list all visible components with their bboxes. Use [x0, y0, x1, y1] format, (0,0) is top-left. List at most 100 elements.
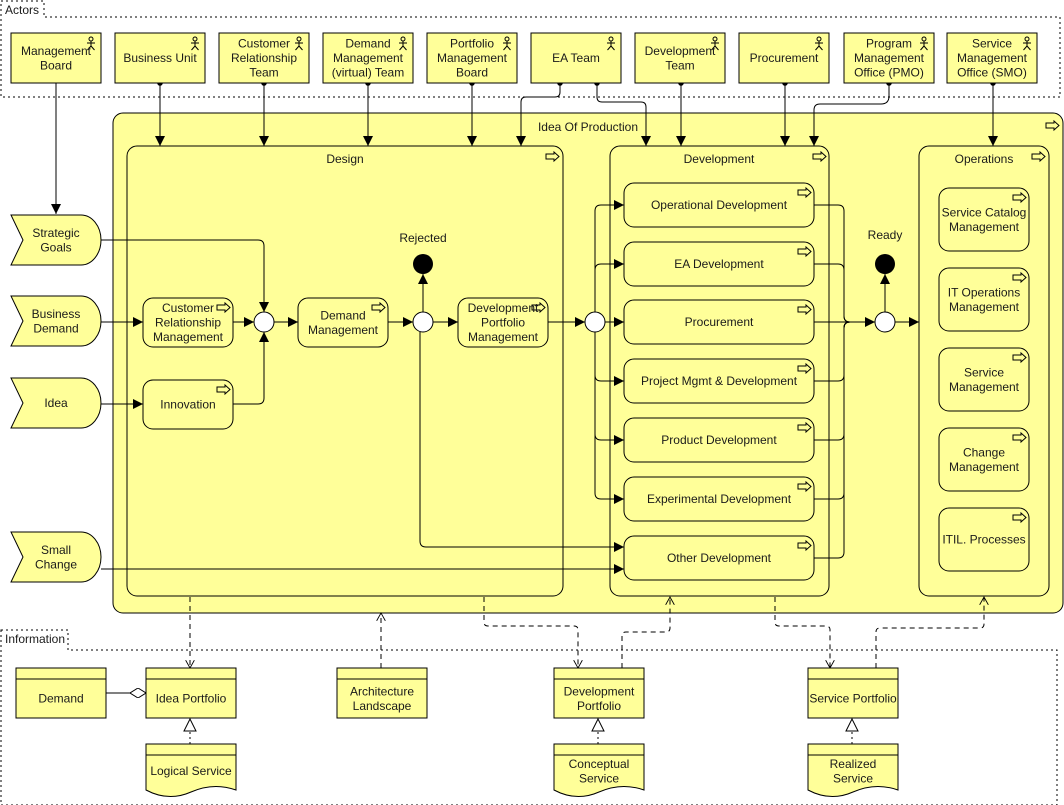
actor-pmo-label-line: Program: [866, 37, 912, 51]
actor-customer-relationship-team-label-line: Customer: [238, 37, 290, 51]
data-object-development-portfolio[interactable]: DevelopmentPortfolio: [553, 667, 645, 719]
process-development-portfolio-management[interactable]: DevelopmentPortfolioManagement: [457, 297, 549, 348]
realization-arrowhead: [183, 717, 197, 732]
process-innovation-label-line: Innovation: [160, 398, 215, 412]
process-service-management-label-line: Service: [964, 365, 1004, 379]
process-change-management[interactable]: ChangeManagement: [938, 427, 1030, 492]
event-small-change[interactable]: SmallChange: [10, 531, 102, 583]
actor-business-unit-label-line: Business Unit: [123, 51, 197, 65]
development-title: Development: [684, 152, 755, 166]
representation-conceptual-service-label-line: Conceptual: [569, 757, 630, 771]
process-service-management[interactable]: ServiceManagement: [938, 347, 1030, 412]
junction-design-in: [253, 311, 275, 333]
event-business-demand-label-line: Demand: [33, 321, 78, 335]
information-group-label: Information: [5, 632, 65, 646]
actor-demand-management-team[interactable]: DemandManagement(virtual) Team: [322, 32, 414, 84]
data-object-development-portfolio-label-line: Portfolio: [577, 699, 621, 713]
actor-ea-team[interactable]: EA Team: [530, 32, 622, 84]
process-it-operations-management[interactable]: IT OperationsManagement: [938, 267, 1030, 332]
data-object-demand[interactable]: Demand: [15, 667, 107, 719]
actor-smo-label-line: Office (SMO): [957, 66, 1027, 80]
process-other-development[interactable]: Other Development: [623, 535, 815, 581]
data-object-idea-portfolio[interactable]: Idea Portfolio: [145, 667, 237, 719]
actor-management-board-label-line: Management: [21, 44, 92, 58]
actor-customer-relationship-team-label-line: Relationship: [231, 51, 297, 65]
process-it-operations-management-label-line: IT Operations: [948, 285, 1020, 299]
end-event-ready: [875, 254, 895, 274]
representation-realized-service[interactable]: RealizedService: [807, 743, 899, 797]
actor-pmo-label-line: Office (PMO): [854, 66, 924, 80]
event-business-demand[interactable]: BusinessDemand: [10, 295, 102, 347]
process-procurement-process[interactable]: Procurement: [623, 299, 815, 345]
archimate-diagram: Actors Information Idea Of Production De…: [0, 0, 1064, 805]
process-ea-development-label-line: EA Development: [674, 257, 764, 271]
process-change-management-label-line: Change: [963, 445, 1005, 459]
process-project-mgmt-development-label-line: Project Mgmt & Development: [641, 374, 798, 388]
process-development-portfolio-management-label-line: Management: [468, 330, 539, 344]
process-project-mgmt-development[interactable]: Project Mgmt & Development: [623, 358, 815, 404]
event-business-demand-label-line: Business: [32, 307, 81, 321]
representation-conceptual-service-label-line: Service: [579, 771, 619, 785]
process-itil-processes-label-line: ITIL. Processes: [942, 533, 1025, 547]
process-experimental-development[interactable]: Experimental Development: [623, 476, 815, 522]
end-event-rejected: [413, 254, 433, 274]
event-idea-label-line: Idea: [44, 396, 68, 410]
process-itil-processes[interactable]: ITIL. Processes: [938, 507, 1030, 572]
realization-arrowhead: [845, 717, 859, 732]
process-demand-management-label-line: Management: [308, 323, 379, 337]
actor-demand-management-team-label-line: (virtual) Team: [332, 66, 404, 80]
process-customer-relationship-management[interactable]: CustomerRelationshipManagement: [142, 297, 234, 348]
actor-business-unit[interactable]: Business Unit: [114, 32, 206, 84]
process-procurement-process-label-line: Procurement: [685, 315, 754, 329]
actor-procurement-label-line: Procurement: [750, 51, 819, 65]
process-it-operations-management-label-line: Management: [949, 300, 1020, 314]
actor-customer-relationship-team-label-line: Team: [249, 66, 278, 80]
actor-portfolio-management-board-label-line: Portfolio: [450, 37, 494, 51]
actor-smo[interactable]: ServiceManagementOffice (SMO): [946, 32, 1038, 84]
rejected-label: Rejected: [399, 231, 446, 245]
actor-management-board-label-line: Board: [40, 58, 72, 72]
data-object-service-portfolio[interactable]: Service Portfolio: [807, 667, 899, 719]
process-demand-management-label-line: Demand: [320, 308, 365, 322]
actor-demand-management-team-label-line: Management: [333, 51, 404, 65]
actors-group-label: Actors: [5, 3, 39, 17]
actor-pmo-label-line: Management: [854, 51, 925, 65]
process-operational-development[interactable]: Operational Development: [623, 182, 815, 228]
event-small-change-label-line: Change: [35, 557, 77, 571]
representation-logical-service[interactable]: Logical Service: [145, 743, 237, 797]
actor-management-board[interactable]: ManagementBoard: [10, 32, 102, 84]
idea-of-production-title: Idea Of Production: [538, 120, 638, 134]
process-development-portfolio-management-label-line: Development: [468, 301, 539, 315]
representation-logical-service-label-line: Logical Service: [150, 764, 232, 778]
actor-portfolio-management-board[interactable]: PortfolioManagementBoard: [426, 32, 518, 84]
actor-smo-label-line: Management: [957, 51, 1028, 65]
data-object-architecture-landscape-label-line: Landscape: [353, 699, 412, 713]
actor-procurement[interactable]: Procurement: [738, 32, 830, 84]
process-experimental-development-label-line: Experimental Development: [647, 492, 792, 506]
event-idea[interactable]: Idea: [10, 377, 102, 429]
process-ea-development[interactable]: EA Development: [623, 241, 815, 287]
data-object-architecture-landscape[interactable]: ArchitectureLandscape: [336, 667, 428, 719]
process-product-development[interactable]: Product Development: [623, 417, 815, 463]
process-demand-management[interactable]: DemandManagement: [297, 297, 389, 348]
actor-customer-relationship-team[interactable]: CustomerRelationshipTeam: [218, 32, 310, 84]
actor-pmo[interactable]: ProgramManagementOffice (PMO): [843, 32, 935, 84]
process-service-catalog-management[interactable]: Service CatalogManagement: [938, 187, 1030, 252]
process-other-development-label-line: Other Development: [667, 551, 772, 565]
process-product-development-label-line: Product Development: [661, 433, 777, 447]
process-service-catalog-management-label-line: Management: [949, 220, 1020, 234]
event-strategic-goals-label-line: Strategic: [32, 226, 79, 240]
actor-development-team-label-line: Development: [645, 44, 716, 58]
event-strategic-goals[interactable]: StrategicGoals: [10, 214, 102, 266]
operations-title: Operations: [955, 152, 1014, 166]
process-development-portfolio-management-label-line: Portfolio: [481, 316, 525, 330]
junction-ready: [874, 311, 896, 333]
process-service-catalog-management-label-line: Service Catalog: [942, 205, 1027, 219]
design-container[interactable]: Design: [126, 145, 564, 597]
actor-ea-team-label-line: EA Team: [552, 51, 600, 65]
actor-development-team[interactable]: DevelopmentTeam: [634, 32, 726, 84]
event-strategic-goals-label-line: Goals: [40, 240, 71, 254]
data-object-service-portfolio-label-line: Service Portfolio: [809, 692, 897, 706]
process-innovation[interactable]: Innovation: [142, 379, 234, 430]
representation-conceptual-service[interactable]: ConceptualService: [553, 743, 645, 797]
